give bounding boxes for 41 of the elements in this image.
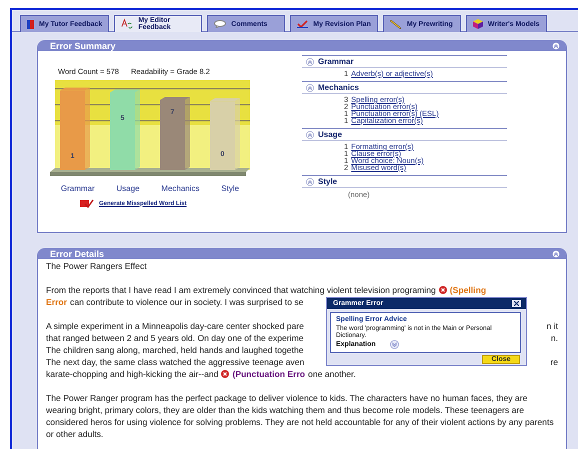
pencil-icon — [390, 19, 402, 29]
essay-text: A simple experiment in a Minneapolis day-care center shocked pare — [46, 320, 304, 332]
essay-text: karate-chopping and high-kicking the air--and — [46, 368, 218, 380]
collapse-icon[interactable] — [552, 42, 560, 50]
collapse-icon[interactable] — [306, 58, 314, 66]
essay-text: n. — [550, 332, 558, 344]
essay-text: re — [550, 356, 558, 368]
category-label: Usage — [116, 184, 140, 193]
error-icon[interactable] — [438, 286, 447, 294]
essay-text: n it — [546, 320, 558, 332]
panel-title: Error Details — [50, 248, 104, 258]
essay-text: that ranged between 2 and 5 years old. On day one of the experime — [46, 332, 304, 344]
book-icon — [27, 20, 34, 28]
spell-check-icon — [121, 18, 134, 30]
cube-icon — [472, 19, 483, 29]
essay-text: The next day, the same class watched the aggressive teenage aven — [46, 356, 304, 368]
essay-title: The Power Rangers Effect — [46, 261, 147, 271]
essay-text: The Power Ranger program has the perfect package to deliver violence to kids. The characters have no human faces, they are wearing bright, primary colors, they are older than the kids watching them and thus become role models. These teenagers are considered heros for using violence for solving problems. They are not held accountable for any of their violent actions by any parents or other adults. — [46, 393, 554, 439]
category-name: Mechanics — [318, 83, 359, 92]
expand-icon[interactable] — [390, 340, 399, 349]
collapse-icon[interactable] — [306, 178, 314, 186]
spell-check-icon — [80, 199, 94, 208]
category-label: Mechanics — [161, 184, 200, 193]
speech-bubble-icon — [214, 20, 226, 28]
checkmark-icon — [297, 20, 308, 28]
category-label: Grammar — [60, 184, 95, 193]
category-name: Usage — [318, 130, 342, 139]
error-icon[interactable] — [221, 370, 230, 378]
punctuation-error-tag[interactable]: (Punctuation Erro — [232, 368, 306, 380]
essay-text: From the reports that I have read I am extremely convinced that watching violent television programing — [46, 284, 436, 296]
category-name: Style — [318, 177, 338, 186]
panel-title: Error Summary — [50, 40, 116, 50]
collapse-icon[interactable] — [306, 130, 314, 138]
close-icon[interactable] — [512, 300, 521, 307]
category-name: Grammar — [318, 57, 354, 66]
collapse-icon[interactable] — [306, 84, 314, 92]
essay-text: one another. — [308, 368, 356, 380]
essay-text: The children sang along, marched, held hands and laughed togethe — [46, 344, 304, 356]
category-label: Style — [221, 184, 240, 193]
collapse-icon[interactable] — [552, 250, 560, 258]
essay-text: can contribute to violence our in society. I was surprised to se — [70, 296, 304, 308]
